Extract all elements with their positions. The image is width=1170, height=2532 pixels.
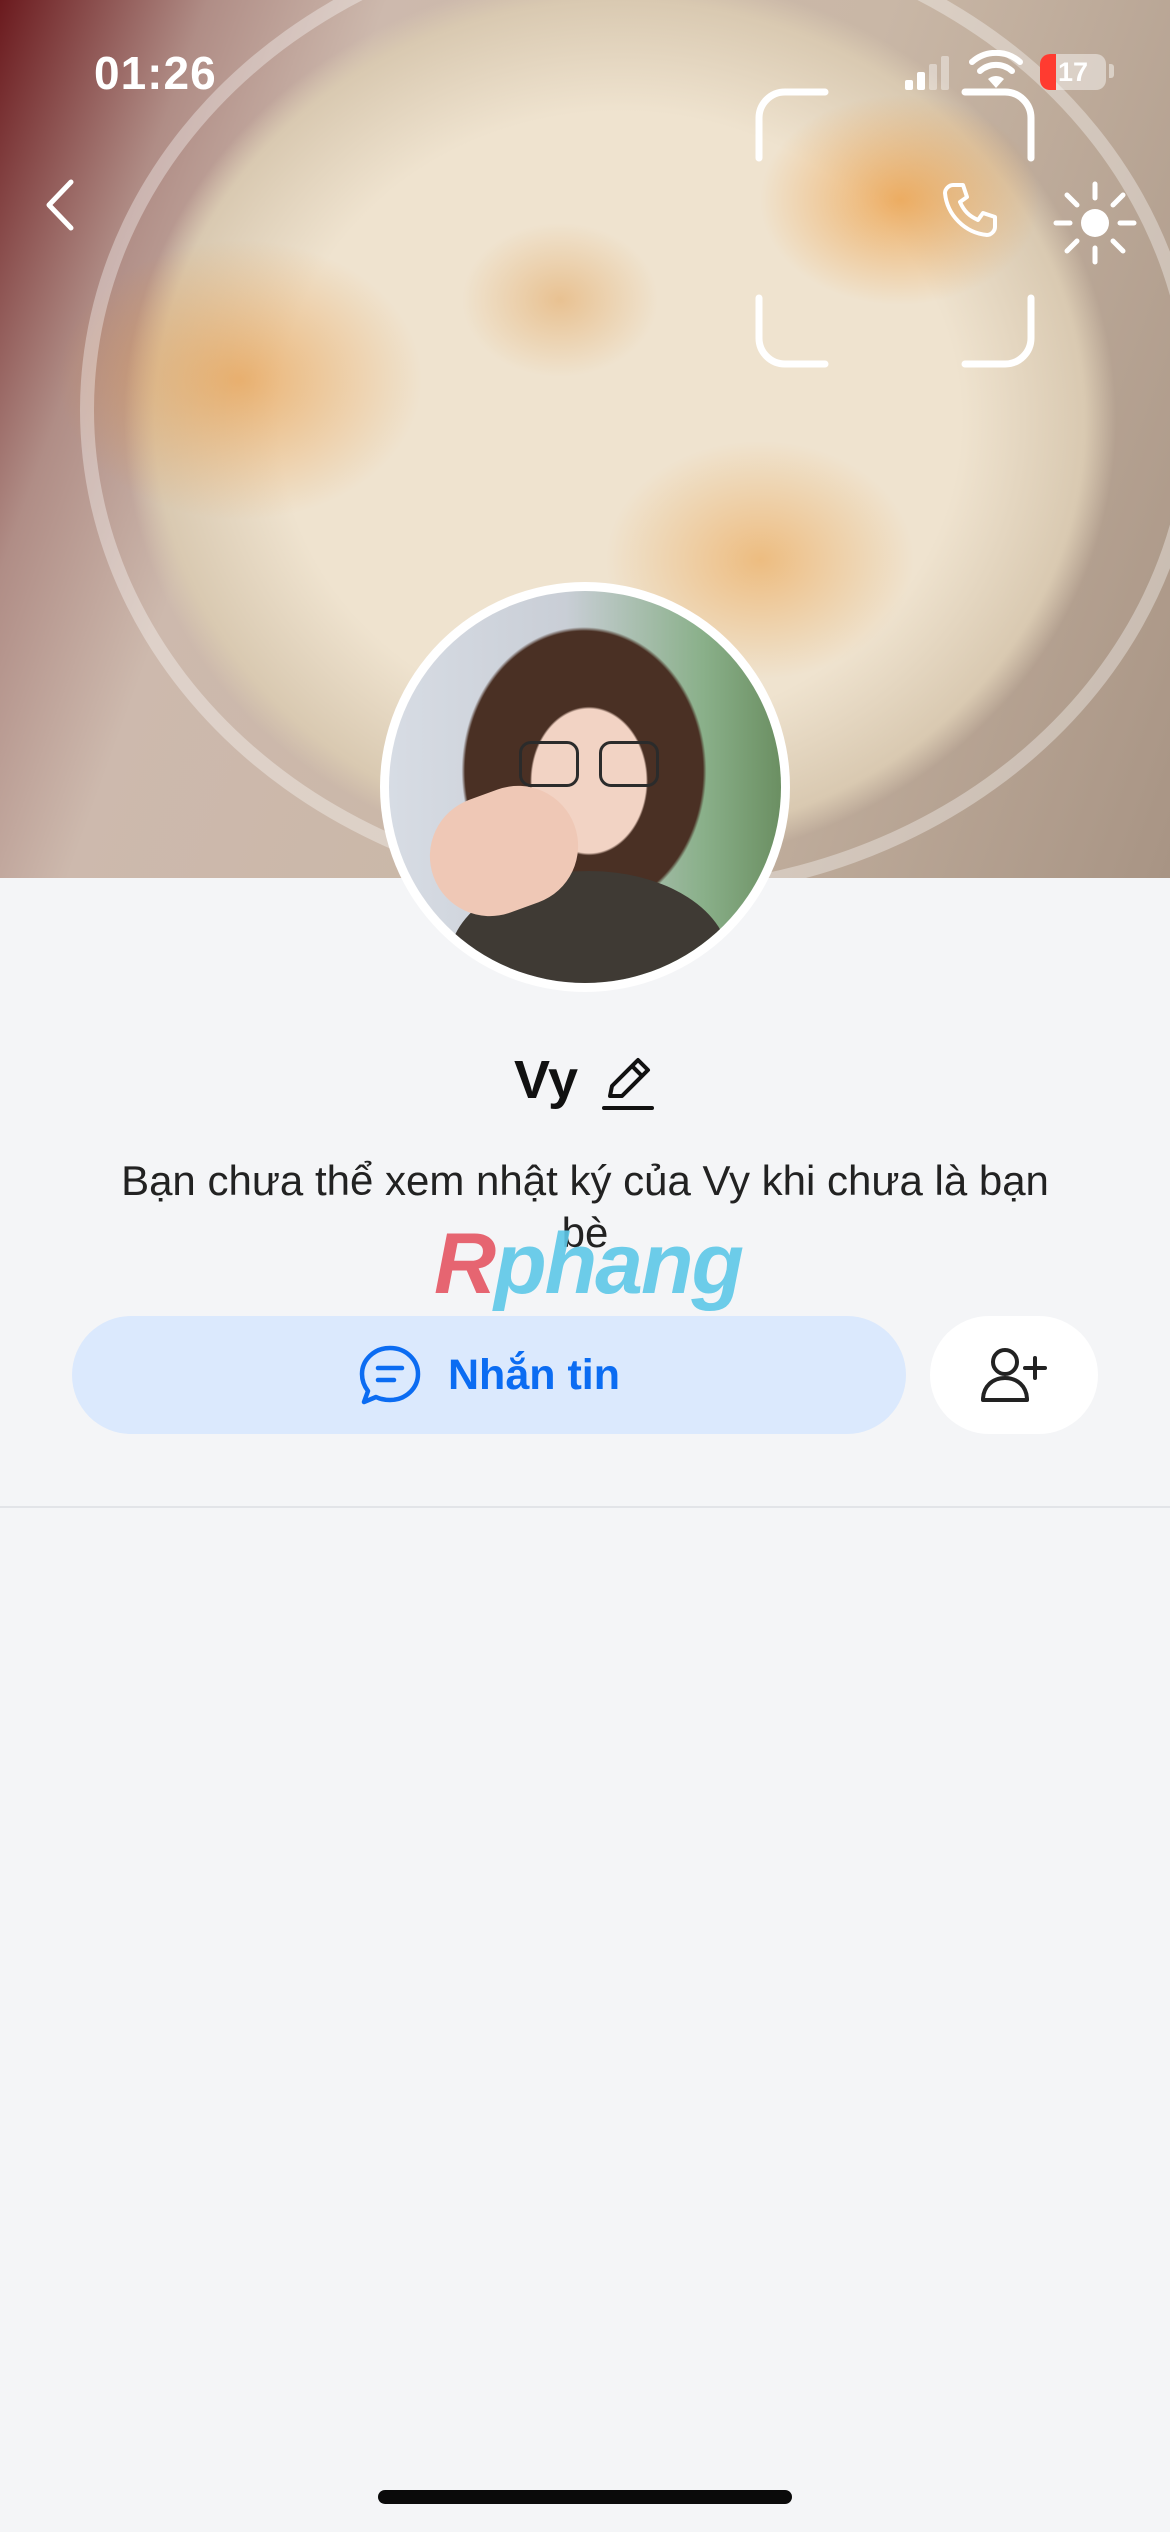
profile-name-row: Vy xyxy=(0,1040,1170,1120)
battery-tip xyxy=(1109,64,1114,78)
pencil-icon[interactable] xyxy=(600,1052,656,1112)
call-button[interactable] xyxy=(930,170,1010,250)
back-button[interactable] xyxy=(30,170,90,240)
chat-bubble-icon xyxy=(359,1345,421,1405)
add-user-icon xyxy=(981,1348,1047,1402)
battery-icon: 17 xyxy=(1040,54,1106,90)
message-button-label: Nhắn tin xyxy=(448,1350,620,1399)
home-indicator[interactable] xyxy=(378,2490,792,2504)
profile-name: Vy xyxy=(513,1050,579,1110)
phone-icon xyxy=(943,183,997,237)
avatar-photo xyxy=(389,591,781,983)
battery-level: 17 xyxy=(1057,57,1089,87)
settings-button[interactable] xyxy=(1050,178,1140,268)
avatar[interactable] xyxy=(380,582,790,992)
watermark-logo: Rphang xyxy=(433,1216,744,1312)
add-friend-button[interactable] xyxy=(930,1316,1098,1434)
section-divider xyxy=(0,1506,1170,1508)
status-time: 01:26 xyxy=(94,47,217,99)
message-button[interactable]: Nhắn tin xyxy=(72,1316,906,1434)
wifi-icon xyxy=(969,50,1023,88)
chevron-left-icon xyxy=(46,179,74,231)
cellular-signal-icon xyxy=(905,56,949,90)
settings-sun-icon xyxy=(1053,181,1137,265)
